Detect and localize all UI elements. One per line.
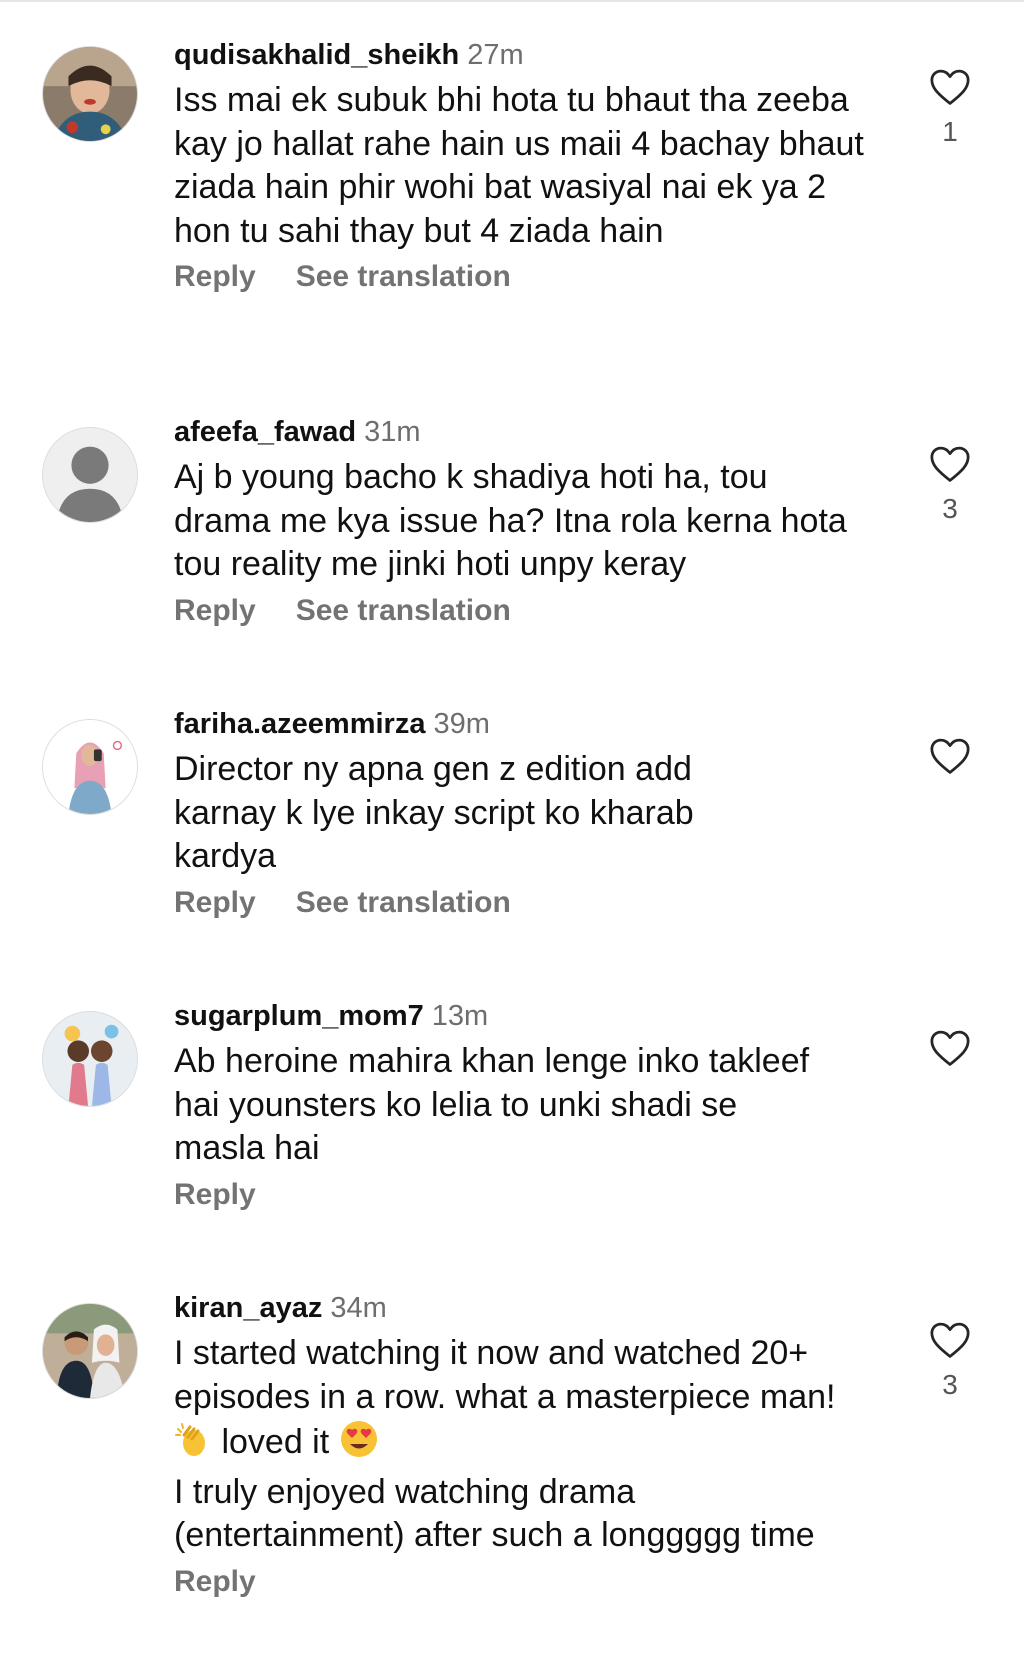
timestamp: 27m <box>467 39 524 71</box>
heart-icon[interactable] <box>929 1321 971 1359</box>
avatar[interactable] <box>42 719 138 815</box>
heart-icon[interactable] <box>929 68 971 106</box>
avatar-photo <box>43 47 137 141</box>
username[interactable]: afeefa_fawad <box>174 416 356 448</box>
comment-header: afeefa_fawad 31m <box>174 415 874 449</box>
reply-button[interactable]: Reply <box>174 260 256 294</box>
comment-header: kiran_ayaz 34m <box>174 1291 874 1325</box>
comment-text: Ab heroine mahira khan lenge inko taklee… <box>174 1042 810 1167</box>
reply-button[interactable]: Reply <box>174 594 256 628</box>
comment-text-fragment: loved it <box>221 1423 330 1461</box>
comment-text: Aj b young bacho k shadiya hoti ha, tou … <box>174 458 847 583</box>
like-count: 1 <box>942 116 958 147</box>
comment-header: qudisakhalid_sheikh 27m <box>174 38 874 72</box>
like-control: 1 <box>920 68 980 148</box>
clapping-hands-icon <box>174 1421 212 1471</box>
timestamp: 39m <box>433 708 490 740</box>
heart-icon[interactable] <box>929 737 971 775</box>
heart-icon[interactable] <box>929 445 971 483</box>
like-control <box>920 737 980 775</box>
timestamp: 31m <box>364 416 421 448</box>
comment-header: sugarplum_mom7 13m <box>174 999 874 1033</box>
default-avatar-icon <box>43 428 137 522</box>
avatar[interactable] <box>42 1011 138 1107</box>
reply-button[interactable]: Reply <box>174 886 256 920</box>
avatar[interactable] <box>42 46 138 142</box>
reply-button[interactable]: Reply <box>174 1178 256 1212</box>
comment-text: Director ny apna gen z edition add karna… <box>174 750 694 875</box>
username[interactable]: sugarplum_mom7 <box>174 1000 424 1032</box>
comment-actions: Reply <box>174 1178 874 1212</box>
heart-icon[interactable] <box>929 1029 971 1067</box>
comment-actions: Reply See translation <box>174 260 874 294</box>
avatar[interactable] <box>42 427 138 523</box>
timestamp: 34m <box>330 1292 387 1324</box>
username[interactable]: fariha.azeemmirza <box>174 708 425 740</box>
like-control: 3 <box>920 445 980 525</box>
comment-actions: Reply See translation <box>174 594 874 628</box>
like-control: 3 <box>920 1321 980 1401</box>
comment-actions: Reply <box>174 1565 874 1599</box>
comment-text-line: I started watching it now and watched 20… <box>174 1334 836 1416</box>
top-divider <box>0 0 1024 2</box>
comment-text: Iss mai ek subuk bhi hota tu bhaut tha z… <box>174 81 864 250</box>
comment-text: I started watching it now and watched 20… <box>174 1332 844 1558</box>
comment-text-line: I truly enjoyed watching drama (entertai… <box>174 1472 815 1555</box>
avatar[interactable] <box>42 1303 138 1399</box>
avatar-photo <box>43 720 137 814</box>
username[interactable]: qudisakhalid_sheikh <box>174 39 459 71</box>
reply-button[interactable]: Reply <box>174 1565 256 1599</box>
see-translation-button[interactable]: See translation <box>296 260 511 294</box>
heart-eyes-icon <box>339 1419 379 1471</box>
timestamp: 13m <box>431 1000 489 1032</box>
like-control <box>920 1029 980 1067</box>
avatar-photo <box>43 1012 137 1106</box>
comment-actions: Reply See translation <box>174 886 874 920</box>
see-translation-button[interactable]: See translation <box>296 594 511 628</box>
avatar-photo <box>43 1304 137 1398</box>
like-count: 3 <box>942 493 958 524</box>
comment-header: fariha.azeemmirza 39m <box>174 707 874 741</box>
like-count: 3 <box>942 1369 958 1400</box>
see-translation-button[interactable]: See translation <box>296 886 511 920</box>
username[interactable]: kiran_ayaz <box>174 1292 322 1324</box>
